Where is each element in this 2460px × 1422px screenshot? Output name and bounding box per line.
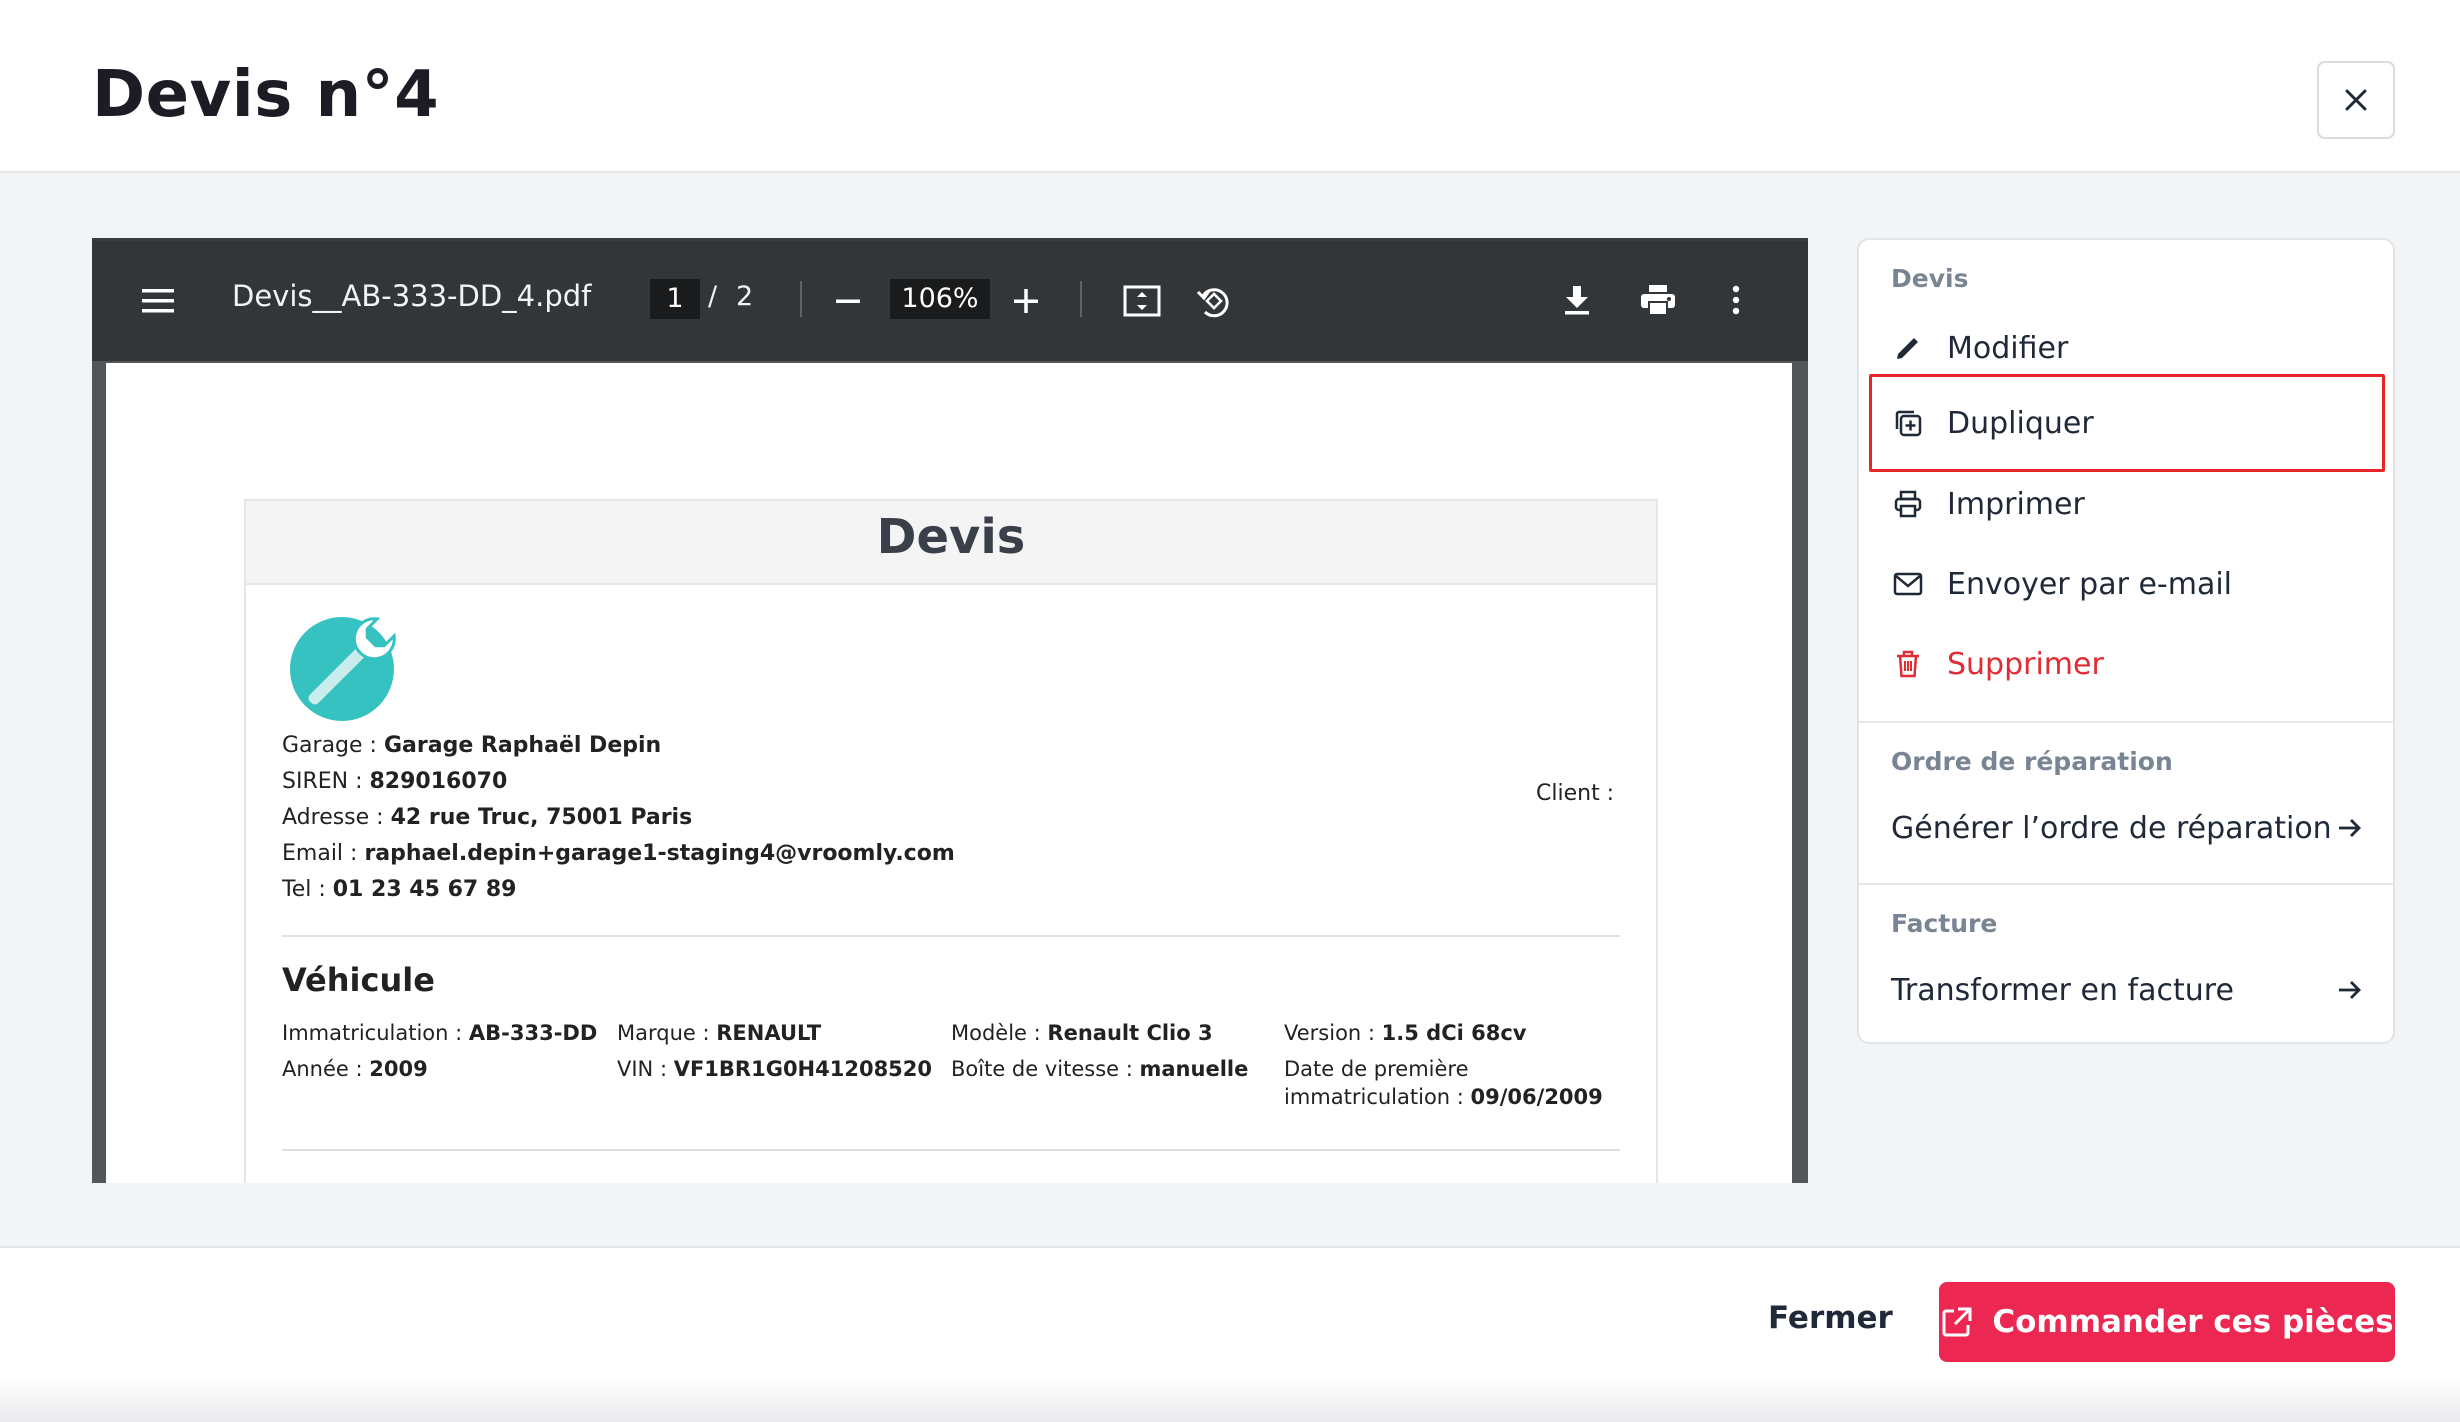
zoom-in-button[interactable]: [1004, 279, 1048, 323]
pdf-viewer: Devis__AB-333-DD_4.pdf 1 / 2 106% Devis …: [92, 238, 1808, 1183]
close-modal-button[interactable]: [2317, 61, 2395, 139]
panel-divider: [1859, 883, 2393, 885]
envoyer-email-action[interactable]: Envoyer par e-mail: [1869, 544, 2385, 624]
panel-divider: [1859, 721, 2393, 723]
client-label: Client :: [1536, 781, 1615, 806]
zoom-level-input[interactable]: 106%: [890, 279, 990, 319]
fit-page-icon: [1123, 285, 1161, 317]
toolbar-divider: [1080, 281, 1082, 317]
arrow-right-icon: [2339, 819, 2361, 837]
vin-field: VIN : VF1BR1G0H41208520: [617, 1057, 933, 1081]
more-options-button[interactable]: [1716, 277, 1756, 323]
commander-pieces-label: Commander ces pièces: [1992, 1304, 2394, 1340]
email-value: raphael.depin+garage1-staging4@vroomly.c…: [364, 841, 955, 866]
rotate-icon: [1196, 288, 1229, 318]
pdf-toolbar: Devis__AB-333-DD_4.pdf 1 / 2 106%: [92, 241, 1808, 361]
duplicate-icon: [1891, 406, 1925, 440]
envoyer-email-label: Envoyer par e-mail: [1947, 566, 2233, 602]
garage-line: Garage : Garage Raphaël Depin: [282, 733, 662, 758]
supprimer-label: Supprimer: [1947, 646, 2104, 682]
trash-icon: [1891, 647, 1925, 681]
wrench-icon: [290, 617, 396, 721]
devis-section-label: Devis: [1891, 264, 1969, 293]
download-button[interactable]: [1554, 277, 1600, 323]
page-number-input[interactable]: 1: [650, 279, 700, 319]
menu-button[interactable]: [138, 281, 178, 321]
menu-icon: [142, 289, 174, 313]
generer-ordre-label: Générer l’ordre de réparation: [1891, 810, 2332, 846]
rotate-button[interactable]: [1190, 277, 1238, 325]
document-title: Devis: [876, 509, 1026, 565]
modal-header: Devis n°4: [0, 0, 2460, 173]
divider: [282, 1149, 1620, 1151]
commander-pieces-button[interactable]: Commander ces pièces: [1939, 1282, 2395, 1362]
close-icon: [2345, 89, 2367, 111]
modal-footer: Fermer Commander ces pièces: [0, 1246, 2460, 1422]
tel-line: Tel : 01 23 45 67 89: [282, 877, 517, 902]
dupliquer-action[interactable]: Dupliquer: [1869, 374, 2385, 472]
modal-title: Devis n°4: [92, 58, 440, 132]
page-total: 2: [736, 281, 754, 312]
more-vertical-icon: [1732, 285, 1740, 315]
page-separator: /: [708, 281, 718, 312]
external-link-icon: [1942, 1307, 1972, 1337]
modele-field: Modèle : Renault Clio 3: [951, 1021, 1213, 1045]
mail-icon: [1891, 567, 1925, 601]
imprimer-label: Imprimer: [1947, 486, 2085, 522]
ordre-section-label: Ordre de réparation: [1891, 747, 2173, 776]
divider: [282, 935, 1620, 937]
imprimer-action[interactable]: Imprimer: [1869, 464, 2385, 544]
modifier-label: Modifier: [1947, 330, 2069, 366]
tel-value: 01 23 45 67 89: [332, 877, 517, 902]
pdf-filename: Devis__AB-333-DD_4.pdf: [232, 279, 592, 313]
plus-icon: [1014, 289, 1038, 313]
dupliquer-label: Dupliquer: [1947, 405, 2094, 441]
print-button[interactable]: [1634, 277, 1682, 323]
vehicle-section-title: Véhicule: [282, 961, 435, 999]
facture-section-label: Facture: [1891, 909, 1998, 938]
fermer-button[interactable]: Fermer: [1768, 1300, 1893, 1336]
toolbar-divider: [800, 281, 802, 317]
document-header: Devis: [246, 501, 1656, 585]
print-icon: [1641, 285, 1675, 316]
generer-ordre-action[interactable]: Générer l’ordre de réparation: [1869, 793, 2385, 863]
date-immatriculation-field: Date de première immatriculation : 09/06…: [1284, 1057, 1603, 1109]
siren-value: 829016070: [369, 769, 508, 794]
address-line: Adresse : 42 rue Truc, 75001 Paris: [282, 805, 693, 830]
minus-icon: [836, 299, 860, 303]
email-line: Email : raphael.depin+garage1-staging4@v…: [282, 841, 955, 866]
pencil-icon: [1891, 331, 1925, 365]
transformer-facture-label: Transformer en facture: [1891, 972, 2234, 1008]
version-field: Version : 1.5 dCi 68cv: [1284, 1021, 1527, 1045]
pdf-page: Devis Garage : Garage Raphaël Depin SIRE…: [106, 363, 1792, 1183]
immatriculation-field: Immatriculation : AB-333-DD: [282, 1021, 598, 1045]
garage-name: Garage Raphaël Depin: [383, 733, 662, 758]
fit-page-button[interactable]: [1120, 279, 1164, 323]
address-value: 42 rue Truc, 75001 Paris: [390, 805, 693, 830]
download-icon: [1565, 286, 1589, 315]
siren-line: SIREN : 829016070: [282, 769, 508, 794]
zoom-out-button[interactable]: [826, 279, 870, 323]
annee-field: Année : 2009: [282, 1057, 428, 1081]
printer-icon: [1891, 487, 1925, 521]
quote-document: Devis Garage : Garage Raphaël Depin SIRE…: [244, 499, 1658, 1183]
actions-panel: Devis Modifier Dupliquer Imprimer Envoye…: [1857, 238, 2395, 1044]
boite-vitesse-field: Boîte de vitesse : manuelle: [951, 1057, 1249, 1081]
marque-field: Marque : RENAULT: [617, 1021, 822, 1045]
supprimer-action[interactable]: Supprimer: [1869, 624, 2385, 704]
arrow-right-icon: [2339, 981, 2361, 999]
transformer-facture-action[interactable]: Transformer en facture: [1869, 955, 2385, 1025]
